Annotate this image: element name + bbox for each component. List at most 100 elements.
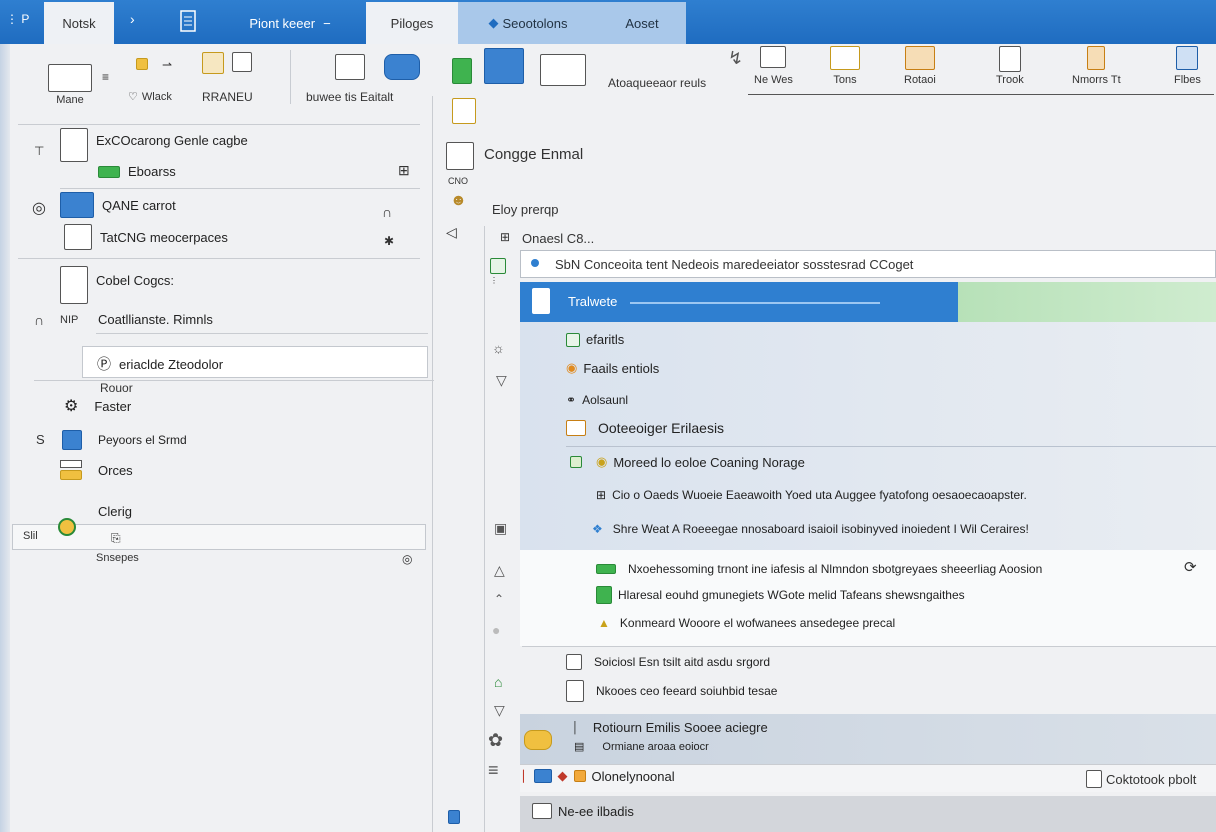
tab-assets[interactable]: Aoset	[598, 2, 686, 44]
key-icon	[136, 58, 148, 73]
tree-row-soiciosl[interactable]: Soiciosl Esn tsilt aitd asdu srgord	[566, 654, 770, 670]
chart-icon	[760, 46, 787, 68]
subsection-title: Onaesl C8...	[522, 231, 595, 246]
nav-item-excocarong-label: ExCOcarong Genle cagbe	[96, 132, 248, 148]
ribbon-item-nmorrs-label: Nmorrs Tt	[1072, 74, 1121, 86]
tree-row-efaritls[interactable]: efaritls	[566, 332, 624, 347]
collapse-icon[interactable]: ∩	[382, 204, 392, 220]
ribbon-item-rotaoi[interactable]: Rotaoi	[904, 46, 936, 86]
caret-down-icon[interactable]: ▽	[494, 702, 505, 719]
nav-item-tatcng[interactable]: TatCNG meocerpaces	[64, 224, 228, 250]
caret-up-icon[interactable]: ⌃	[494, 592, 504, 606]
blue-square-icon	[62, 430, 82, 450]
map-icon[interactable]	[452, 98, 476, 127]
tree-row-label: Aolsaunl	[582, 393, 629, 407]
disabled-circle-icon: ●	[492, 622, 501, 638]
ribbon-item-eaitalt[interactable]: buwee tis Eaitalt	[306, 54, 393, 104]
ribbon-item-wlack[interactable]: ♡ Wlack	[128, 90, 172, 104]
highlight-band	[520, 322, 1216, 550]
tree-row-hlaresal[interactable]: Hlaresal eouhd gmunegiets WGote melid Ta…	[596, 586, 965, 604]
sun-icon[interactable]: ☼	[492, 340, 505, 356]
blue-folder-icon[interactable]	[484, 48, 524, 87]
person-icon[interactable]: ☻	[450, 192, 467, 210]
blue-small-icon[interactable]	[448, 810, 460, 827]
tree-row-ne-ee[interactable]: Ne-ee ilbadis	[532, 803, 634, 819]
tree-row-olonelynoonal[interactable]: ⎢ ◆ Olonelynoonal	[522, 768, 675, 784]
nav-item-excocarong[interactable]: ExCOcarong Genle cagbe	[60, 128, 248, 162]
nav-item-eboarss-label: Eboarss	[128, 164, 176, 179]
home-icon[interactable]	[446, 142, 474, 173]
nav-item-cobel[interactable]: Cobel Cogcs:	[60, 266, 174, 304]
circle-c-icon: Ⓟ	[97, 356, 111, 372]
triangle-icon[interactable]: △	[494, 562, 505, 579]
doc-lines-icon	[566, 680, 584, 702]
ribbon-item-flbes[interactable]: Flbes	[1174, 46, 1201, 86]
tree-row-rotiourn[interactable]: │ Rotiourn Emilis Sooee aciegre	[572, 720, 768, 735]
settings-circle-icon[interactable]: ◎	[32, 198, 46, 218]
tree-row-label: efaritls	[586, 332, 625, 347]
list-lines-icon[interactable]: ≡	[488, 760, 499, 781]
ribbon-item-rotaoi-label: Rotaoi	[904, 74, 936, 86]
lock-small-icon[interactable]: ▣	[494, 520, 507, 537]
ribbon-item-mane[interactable]: Mane	[48, 64, 92, 106]
files-icon	[1176, 46, 1199, 70]
tree-row-nxoehessoming[interactable]: Nxoehessoming trnont ine iafesis al Nlmn…	[596, 562, 1042, 576]
ribbon-item-tons[interactable]: Tons	[830, 46, 860, 86]
section-title: Eloy prerqp	[492, 202, 559, 217]
nav-item-peyoors[interactable]: Peyoors el Srmd	[62, 430, 187, 450]
nav-item-qane[interactable]: QANE carrot	[60, 192, 176, 218]
ribbon-item-trook[interactable]: Trook	[996, 46, 1024, 86]
pin-icon[interactable]: ↯	[728, 48, 743, 69]
picture-icon[interactable]	[490, 258, 506, 277]
green-tag-icon[interactable]	[452, 58, 472, 87]
tab-settings[interactable]: ◆ Seootolons	[458, 2, 598, 44]
notepad-icon	[998, 46, 1021, 72]
ribbon-item-reuls[interactable]: Atoaqueeaor reuls	[608, 76, 706, 90]
tree-row-nkooes[interactable]: Nkooes ceo feeard soiuhbid tesae	[566, 680, 777, 702]
ribbon-item-rraneu[interactable]: RRANEU	[202, 52, 253, 104]
tree-row-faails[interactable]: ◉ Faails entiols	[566, 360, 659, 376]
search-dot-icon	[531, 259, 539, 267]
ribbon-item-nmorrs[interactable]: Nmorrs Tt	[1072, 46, 1121, 86]
shield-icon[interactable]: ▽	[496, 372, 507, 389]
tab-home[interactable]: Notsk	[44, 2, 114, 44]
tab-active[interactable]: Piont keeer −	[220, 2, 360, 44]
nav-bottom-row[interactable]: Slil ⎘	[12, 518, 426, 550]
tree-row-shre[interactable]: ❖ Shre Weat A Roeeegae nnosaboard isaioi…	[592, 522, 1029, 536]
app-menu-glyphs[interactable]: ⋮ P	[6, 12, 29, 26]
refresh-icon[interactable]: ⟳	[1184, 558, 1197, 576]
flower-icon[interactable]: ✿	[488, 730, 503, 751]
back-icon[interactable]: ◁	[446, 224, 457, 241]
cocktotook-button[interactable]: Coktotook pbolt	[1086, 768, 1216, 790]
printer-icon	[334, 54, 365, 80]
chevron-right-icon[interactable]: ›	[130, 11, 135, 27]
bell-icon[interactable]	[524, 730, 552, 753]
tree-row-ooteeoiger[interactable]: Ooteeoiger Erilaesis	[566, 420, 724, 436]
tree-row-ormiane[interactable]: ▤ Ormiane aroaa eoiocr	[574, 740, 709, 754]
nav-item-selected[interactable]: Ⓟ eriaclde Zteodolor	[82, 346, 428, 378]
search-field[interactable]: SbN Conceoita tent Nedeois maredeeiator …	[520, 250, 1216, 278]
tree-row-cio[interactable]: ⊞ Cio o Oaeds Wuoeie Eaeawoith Yoed uta …	[596, 488, 1027, 502]
document-icon[interactable]	[180, 10, 196, 35]
tab-programs[interactable]: Piloges	[366, 2, 458, 44]
tree-row-aolsaunl[interactable]: ⚭ Aolsaunl	[566, 393, 628, 407]
star-icon[interactable]: ✱	[384, 234, 394, 248]
tree-row-label: Nkooes ceo feeard soiuhbid tesae	[596, 684, 778, 698]
screens-icon[interactable]	[540, 54, 586, 89]
nav-item-eboarss[interactable]: Eboarss	[98, 164, 176, 179]
nav-item-coatllianste[interactable]: Coatllianste. Rimnls	[98, 312, 213, 327]
cloud-icon[interactable]	[384, 54, 420, 83]
progress-fill	[958, 282, 1216, 322]
nav-item-orces[interactable]: Orces	[60, 460, 133, 480]
ribbon-item-ne-wes[interactable]: Ne Wes	[754, 46, 793, 86]
nav-item-clerig[interactable]: Clerig	[98, 504, 132, 519]
nav-item-faster[interactable]: ⚙ Faster	[64, 396, 131, 416]
tree-row-konmeard[interactable]: ▲ Konmeard Wooore el wofwanees ansedegee…	[598, 616, 895, 630]
options-circle-icon[interactable]: ◎	[402, 552, 412, 566]
nav-group-header: Rouor	[100, 381, 133, 395]
grid-icon[interactable]: ⊞	[398, 162, 410, 179]
selected-tree-row[interactable]: Tralwete	[520, 282, 1216, 322]
tab-active-label: Piont keeer	[249, 15, 316, 31]
house-green-icon[interactable]: ⌂	[494, 674, 502, 690]
tree-row-moreed[interactable]: ◉ Moreed lo eoloe Coaning Norage	[570, 454, 805, 470]
